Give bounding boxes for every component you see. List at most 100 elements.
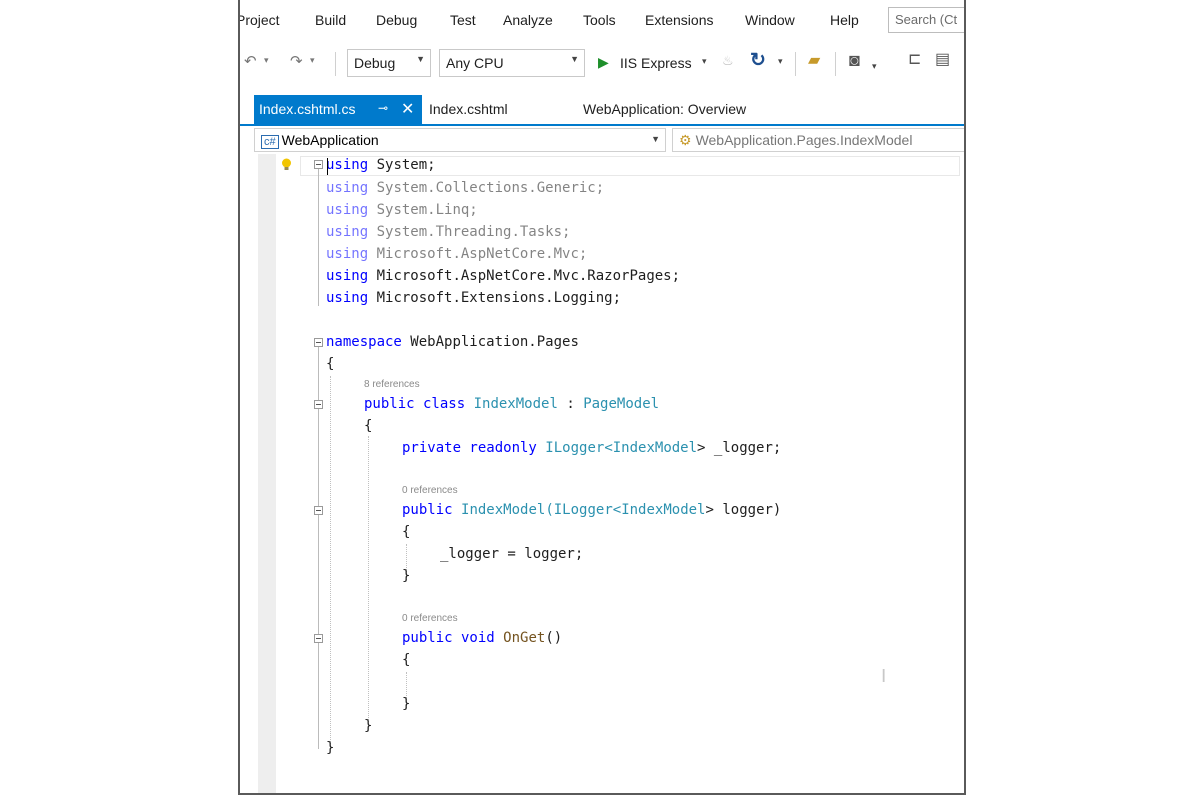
keyword: using (326, 246, 369, 262)
fire-icon[interactable]: ♨ (722, 54, 734, 67)
code-line-brace: } (402, 696, 411, 712)
lightbulb-icon[interactable] (281, 158, 292, 171)
code-line-brace: } (364, 718, 373, 734)
pin-icon[interactable]: ⊸ (378, 101, 388, 115)
menu-build[interactable]: Build (315, 12, 346, 28)
visual-studio-window: Project Build Debug Test Analyze Tools E… (238, 0, 966, 795)
code-line-assign: _logger = logger; (440, 546, 584, 562)
menu-project[interactable]: Project (240, 12, 280, 28)
keyword: public class (364, 396, 466, 412)
csharp-project-icon: c# (261, 135, 279, 149)
menu-tools[interactable]: Tools (583, 12, 616, 28)
chevron-down-icon: ▼ (651, 134, 660, 144)
toolbar: ↶ ▾ ↷ ▾ Debug ▼ Any CPU ▼ ▶ IIS Express … (240, 42, 964, 86)
tab-label: WebApplication: Overview (583, 101, 747, 117)
keyword: namespace (326, 334, 402, 350)
document-tabs: Index.cshtml.cs ⊸ ✕ Index.cshtml WebAppl… (240, 95, 964, 126)
method-name: OnGet (503, 630, 546, 646)
undo-dropdown-icon[interactable]: ▾ (264, 56, 269, 65)
code-line-brace: { (402, 524, 411, 540)
namespace-ref: Microsoft.AspNetCore.Mvc; (376, 246, 588, 262)
namespace-name: WebApplication.Pages (410, 334, 579, 350)
play-icon[interactable]: ▶ (598, 55, 609, 69)
menu-debug[interactable]: Debug (376, 12, 417, 28)
keyword: using (326, 224, 369, 240)
text-caret (327, 158, 328, 175)
class-icon: ⚙ (679, 132, 692, 148)
refresh-dropdown-icon[interactable]: ▾ (778, 57, 783, 66)
type-name: IndexModel (461, 502, 546, 518)
tab-webapplication-overview[interactable]: WebApplication: Overview (578, 95, 751, 124)
code-line-brace: { (364, 418, 373, 434)
menu-window[interactable]: Window (745, 12, 795, 28)
keyword: using (326, 180, 369, 196)
namespace-ref: System.Threading.Tasks; (376, 224, 571, 240)
tab-index-cshtml[interactable]: Index.cshtml (424, 95, 513, 124)
menu-test[interactable]: Test (450, 12, 476, 28)
folder-icon[interactable]: ▰ (808, 53, 820, 69)
configuration-value: Debug (354, 55, 396, 71)
type-name: IndexModel (473, 396, 558, 412)
outline-line (318, 169, 319, 306)
code-line-6: using Microsoft.AspNetCore.Mvc.RazorPage… (326, 266, 680, 286)
tab-index-cshtml-cs[interactable]: Index.cshtml.cs ⊸ ✕ (254, 95, 422, 124)
punctuation: ( (545, 502, 554, 518)
keyword: public void (402, 630, 495, 646)
keyword: using (326, 290, 369, 306)
search-box[interactable]: Search (Ct (888, 7, 964, 33)
configuration-dropdown[interactable]: Debug ▼ (347, 49, 431, 77)
punctuation: : (557, 396, 584, 412)
indent-guide (330, 376, 331, 748)
collapse-onget-icon[interactable] (314, 634, 323, 643)
refresh-icon[interactable]: ↻ (750, 51, 766, 70)
keyword: using (326, 202, 369, 218)
namespace-ref: System.Linq; (376, 202, 478, 218)
punctuation: < (604, 440, 613, 456)
code-line-brace: } (402, 568, 411, 584)
code-line-4: using System.Threading.Tasks; (326, 222, 570, 242)
type-name: PageModel (583, 396, 660, 412)
collapse-namespace-icon[interactable] (314, 338, 323, 347)
project-dropdown[interactable]: c# WebApplication ▼ (254, 128, 666, 152)
tab-label: Index.cshtml.cs (259, 101, 356, 117)
tab-label: Index.cshtml (429, 101, 508, 117)
platform-dropdown[interactable]: Any CPU ▼ (439, 49, 585, 77)
keyword: private readonly (402, 440, 537, 456)
onget-references-codelens[interactable]: 0 references (402, 613, 458, 624)
run-target-label[interactable]: IIS Express (620, 55, 692, 71)
class-references-codelens[interactable]: 8 references (364, 379, 420, 390)
close-icon[interactable]: ✕ (401, 99, 414, 119)
namespace-ref: System; (376, 157, 436, 173)
run-dropdown-icon[interactable]: ▾ (702, 57, 707, 66)
screenshot-dropdown-icon[interactable]: ▾ (872, 62, 877, 71)
redo-icon[interactable]: ↷ (290, 54, 303, 69)
collapse-class-icon[interactable] (314, 400, 323, 409)
field-declaration: > _logger; (697, 440, 782, 456)
layout-icon[interactable]: ▤ (935, 52, 950, 68)
type-name: IndexModel (612, 440, 698, 456)
keyword: using (326, 268, 369, 284)
toolbar-separator (835, 52, 836, 76)
menu-extensions[interactable]: Extensions (645, 12, 713, 28)
code-line-2: using System.Collections.Generic; (326, 178, 604, 198)
screenshot-icon[interactable]: ◙ (849, 51, 860, 69)
ibeam-cursor-icon: I (881, 666, 887, 687)
code-line-7: using Microsoft.Extensions.Logging; (326, 288, 621, 308)
collapse-usings-icon[interactable] (314, 160, 323, 169)
toolbar-separator (335, 52, 336, 76)
code-line-1: using System; (326, 155, 436, 175)
collapse-ctor-icon[interactable] (314, 506, 323, 515)
undo-icon[interactable]: ↶ (244, 54, 257, 69)
menu-help[interactable]: Help (830, 12, 859, 28)
type-name: WebApplication.Pages.IndexModel (695, 132, 913, 148)
punctuation: () (545, 630, 563, 646)
keyword: public (402, 502, 453, 518)
code-editor[interactable]: using System; using System.Collections.G… (240, 154, 964, 793)
redo-dropdown-icon[interactable]: ▾ (310, 56, 315, 65)
code-line-brace: { (402, 652, 411, 668)
menu-analyze[interactable]: Analyze (503, 12, 553, 28)
ctor-references-codelens[interactable]: 0 references (402, 485, 458, 496)
navigate-icon[interactable]: ⊏ (908, 52, 921, 68)
type-dropdown[interactable]: ⚙ WebApplication.Pages.IndexModel (672, 128, 964, 152)
namespace-ref: Microsoft.AspNetCore.Mvc.RazorPages; (376, 268, 681, 284)
